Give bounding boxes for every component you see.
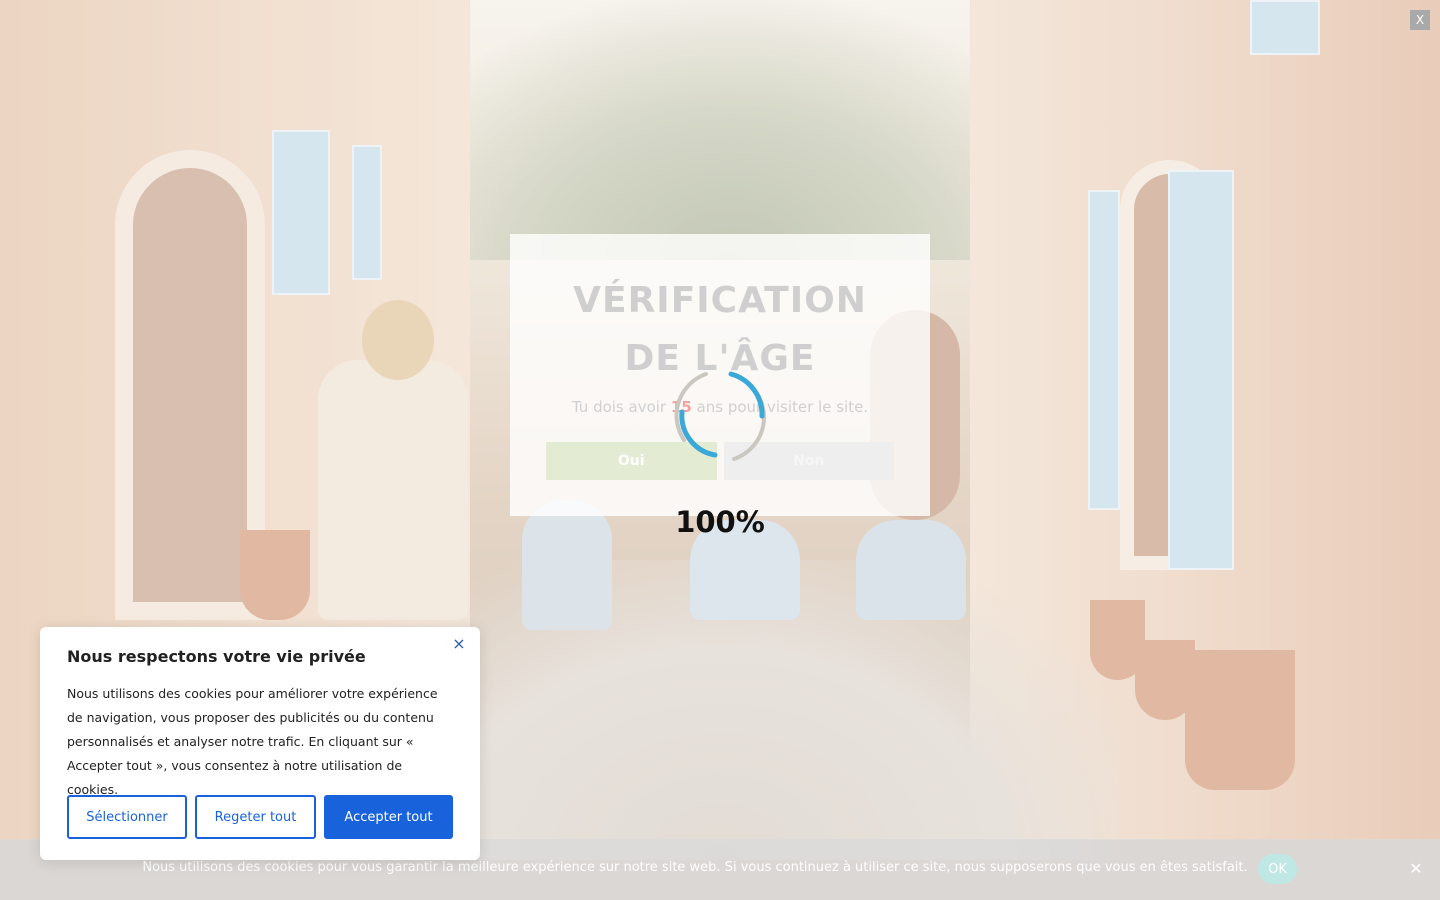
cookie-consent-dialog: × Nous respectons votre vie privée Nous … xyxy=(40,627,480,860)
close-icon[interactable]: × xyxy=(450,635,468,653)
accept-all-button[interactable]: Accepter tout xyxy=(324,795,453,839)
cookie-consent-title: Nous respectons votre vie privée xyxy=(67,647,366,666)
loading-spinner-icon xyxy=(674,371,766,461)
cookie-notice-text: Nous utilisons des cookies pour vous gar… xyxy=(142,860,1248,875)
customize-cookies-button[interactable]: Sélectionner xyxy=(67,795,187,839)
cookie-notice-close-icon[interactable]: ✕ xyxy=(1408,861,1424,877)
loader-percentage: 100% xyxy=(675,505,765,539)
reject-all-button[interactable]: Regeter tout xyxy=(195,795,316,839)
close-overlay-button[interactable]: X xyxy=(1410,10,1430,30)
cookie-notice-ok-button[interactable]: OK xyxy=(1258,854,1297,884)
cookie-consent-text: Nous utilisons des cookies pour améliore… xyxy=(67,686,438,797)
age-subtitle-before: Tu dois avoir xyxy=(571,398,667,416)
